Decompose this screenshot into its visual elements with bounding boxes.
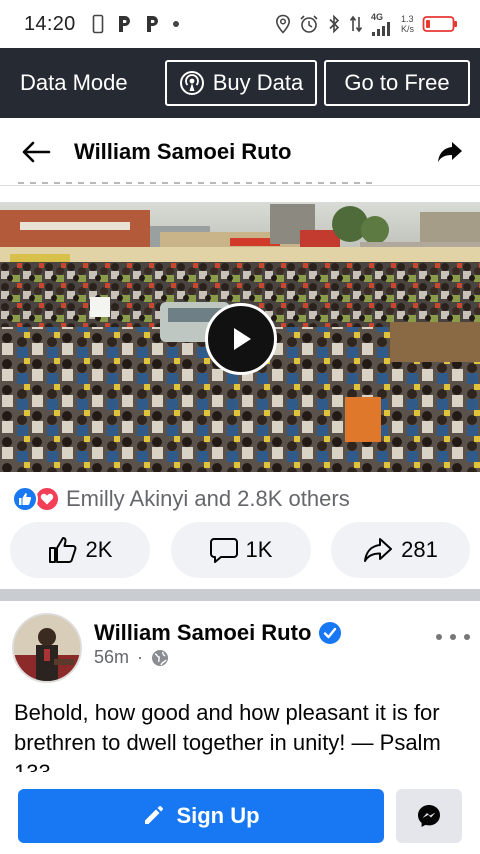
buy-data-button[interactable]: Buy Data (165, 60, 317, 106)
go-to-free-button[interactable]: Go to Free (324, 60, 470, 106)
meta-separator: · (137, 647, 144, 667)
bottom-bar: Sign Up (0, 772, 480, 854)
status-right-icons: 4G 1.3 K/s (275, 11, 458, 36)
post-time[interactable]: 56m (94, 647, 129, 668)
feed-divider (0, 589, 480, 601)
post-actions: 2K 1K 281 (0, 522, 480, 578)
thumbs-up-icon (48, 537, 76, 563)
sim-icon (92, 14, 104, 34)
speed-unit: K/s (400, 24, 414, 34)
page-title: William Samoei Ruto (74, 139, 292, 164)
clipped-text-fragment (18, 178, 378, 186)
buy-data-label: Buy Data (212, 70, 304, 95)
comment-button[interactable]: 1K (171, 522, 311, 578)
status-left-icons (92, 14, 180, 34)
pencil-icon (145, 806, 164, 824)
alarm-icon (299, 14, 319, 34)
like-count: 2K (85, 537, 113, 562)
data-mode-label: Data Mode (20, 70, 128, 95)
status-time: 14:20 (24, 12, 76, 35)
post-author-name[interactable]: William Samoei Ruto (94, 620, 311, 646)
share-icon (364, 538, 393, 562)
p-app-icon (144, 14, 160, 34)
share-arrow-icon (438, 142, 462, 162)
video-player[interactable] (0, 202, 480, 472)
bluetooth-icon (327, 14, 341, 34)
messenger-button[interactable] (396, 789, 462, 843)
speed-value: 1.3 (400, 14, 414, 24)
more-options-icon[interactable] (436, 632, 470, 642)
comment-icon (209, 538, 238, 563)
page-header: William Samoei Ruto (0, 118, 480, 186)
post-text: Behold, how good and how pleasant it is … (14, 700, 441, 772)
globe-icon (151, 649, 169, 667)
reactions-text: Emilly Akinyi and 2.8K others (66, 486, 350, 511)
data-transfer-icon (349, 14, 363, 34)
comment-count: 1K (245, 537, 273, 562)
play-icon (234, 328, 251, 350)
network-type: 4G (370, 11, 383, 22)
post-author-row: William Samoei Ruto (94, 620, 342, 646)
p-app-icon (116, 14, 132, 34)
network-speed: 1.3 K/s (401, 14, 414, 34)
reactions-summary[interactable]: Emilly Akinyi and 2.8K others (12, 484, 350, 514)
back-arrow-icon (22, 141, 51, 163)
share-count: 281 (401, 537, 438, 562)
play-button[interactable] (205, 303, 277, 375)
share-button[interactable] (434, 136, 466, 168)
status-bar: 14:20 4G 1.3 K/s (0, 0, 480, 48)
data-mode-bar: Data Mode Buy Data Go to Free (0, 48, 480, 118)
like-button[interactable]: 2K (10, 522, 150, 578)
battery-low-icon (422, 15, 458, 33)
signal-icon: 4G (370, 11, 393, 36)
reaction-icons (12, 486, 60, 512)
location-icon (275, 14, 291, 34)
share-post-button[interactable]: 281 (331, 522, 470, 578)
broadcast-icon (179, 70, 205, 96)
dot-icon (172, 20, 180, 28)
go-to-free-label: Go to Free (344, 70, 450, 95)
author-avatar[interactable] (12, 613, 82, 683)
verified-badge-icon (319, 622, 342, 644)
sign-up-label: Sign Up (176, 803, 260, 828)
back-button[interactable] (20, 136, 52, 168)
sign-up-button[interactable]: Sign Up (18, 789, 384, 843)
post-meta: 56m · (94, 647, 169, 668)
like-reaction-icon (12, 486, 38, 512)
messenger-icon (418, 805, 440, 827)
